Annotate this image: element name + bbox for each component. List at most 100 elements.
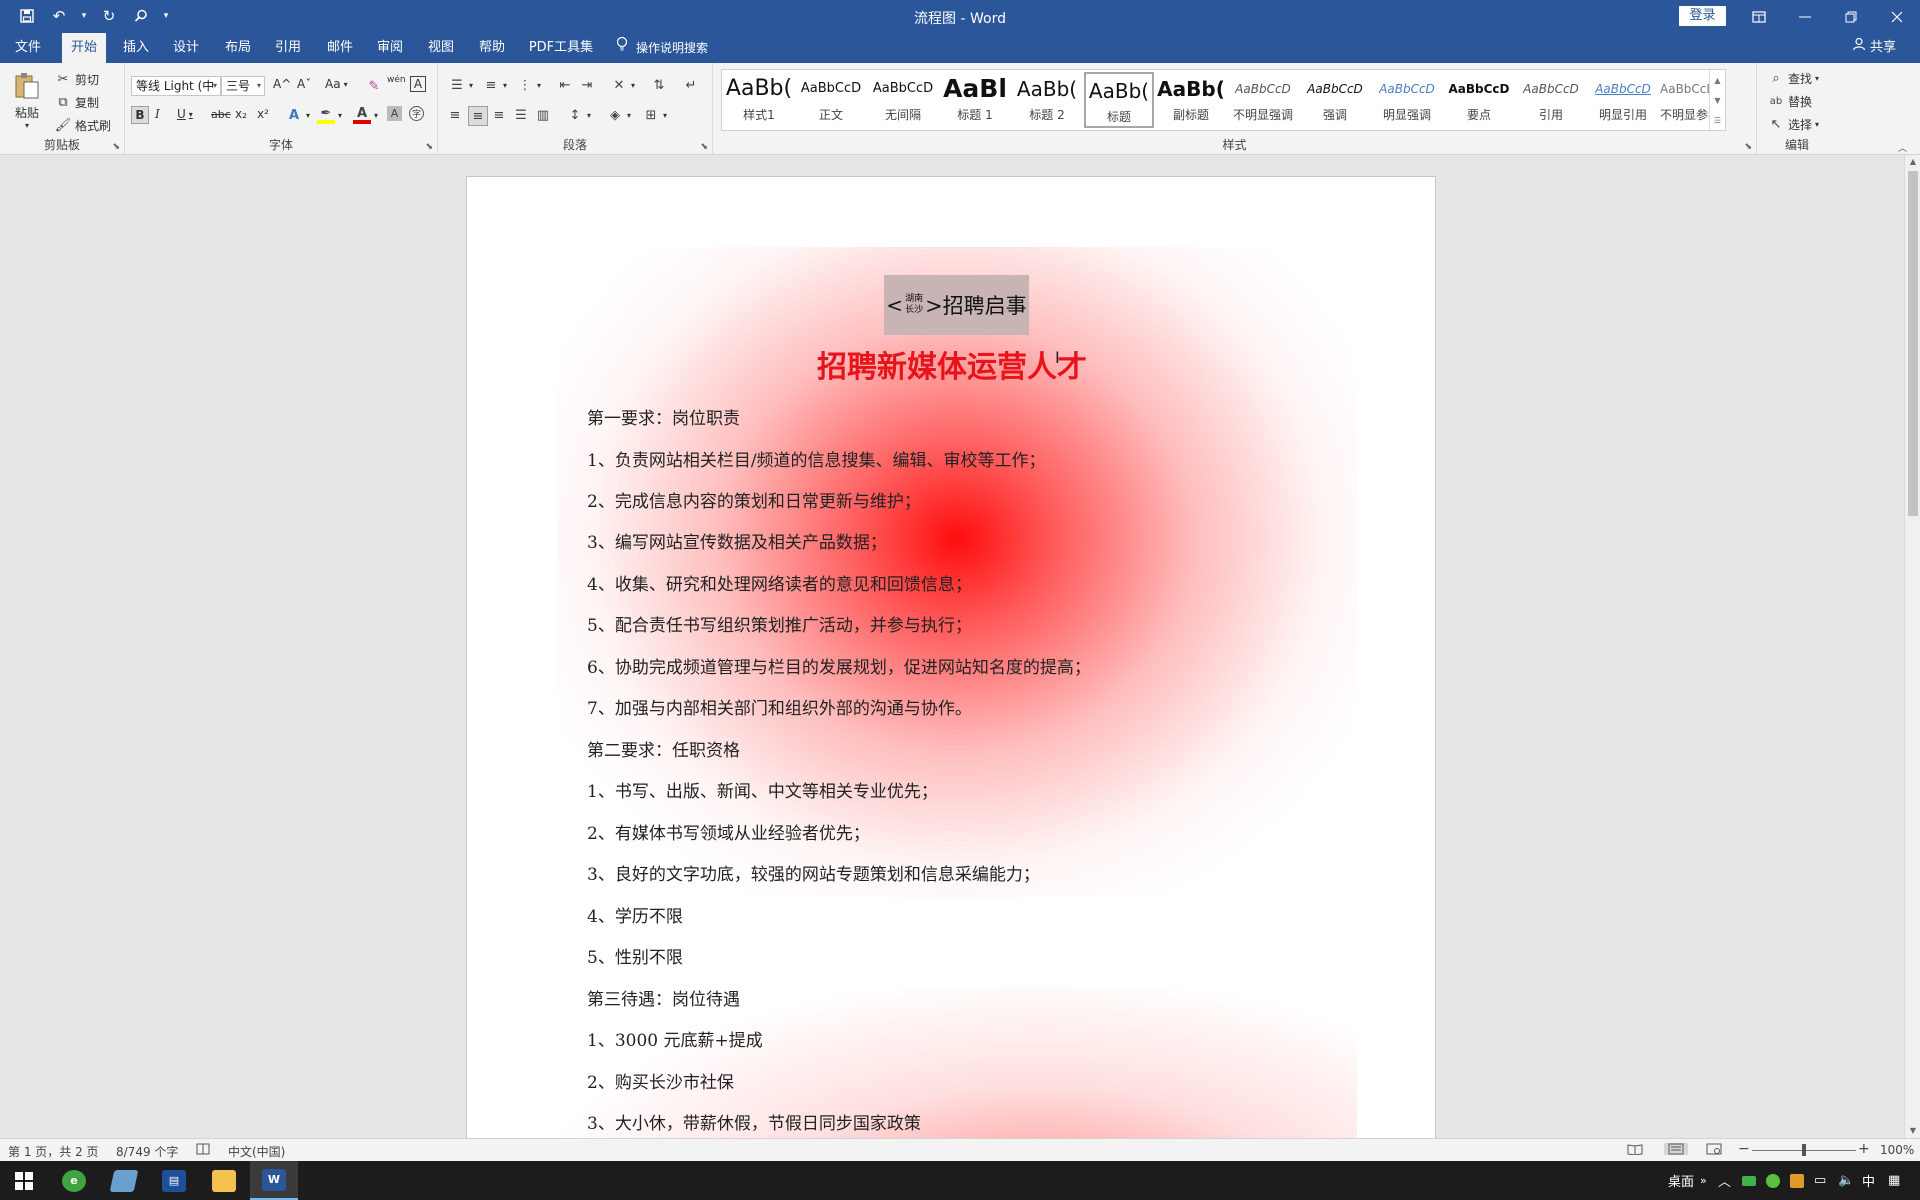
ime-indicator[interactable]: 中 bbox=[1862, 1161, 1875, 1200]
shrink-font-button[interactable]: Aˇ bbox=[297, 77, 311, 91]
ime-mode-icon[interactable]: ▦ bbox=[1888, 1161, 1900, 1200]
paragraph[interactable]: 第二要求：任职资格 bbox=[587, 736, 740, 761]
paragraph[interactable]: 第一要求：岗位职责 bbox=[587, 404, 740, 429]
style-item-selected[interactable]: AaBb( 标题 bbox=[1084, 72, 1154, 128]
italic-button[interactable]: I bbox=[155, 107, 160, 121]
document-page[interactable]: < 湖南 长沙 >招聘启事 招聘新媒体运营人才 第一要求：岗位职责 1、负责网站… bbox=[466, 176, 1436, 1138]
proofing-icon[interactable] bbox=[196, 1143, 210, 1155]
paragraph[interactable]: 4、学历不限 bbox=[587, 902, 683, 927]
paragraph[interactable]: 3、良好的文字功底，较强的网站专题策划和信息采编能力； bbox=[587, 860, 1040, 885]
zoom-out-icon[interactable]: − bbox=[1738, 1141, 1750, 1157]
word-app-icon[interactable]: W bbox=[250, 1161, 298, 1200]
character-border-button[interactable]: A bbox=[410, 76, 426, 92]
line-spacing-button[interactable]: ↕ ▾ bbox=[566, 106, 591, 124]
character-shading-button[interactable]: A bbox=[387, 106, 402, 121]
highlight-button[interactable]: ✒ ▾ bbox=[317, 106, 342, 124]
browser-app-icon[interactable]: e bbox=[50, 1161, 98, 1200]
zoom-slider-thumb[interactable] bbox=[1802, 1144, 1806, 1156]
paste-button[interactable]: 粘贴 ▾ bbox=[12, 71, 42, 130]
tray-expand-icon[interactable]: ︿ bbox=[1718, 1161, 1731, 1200]
style-item[interactable]: AaBbCcD 正文 bbox=[796, 72, 866, 128]
windows-start-icon[interactable] bbox=[0, 1161, 48, 1200]
style-item[interactable]: AaBbCcD 明显引用 bbox=[1588, 72, 1658, 128]
style-item[interactable]: AaBb( 标题 2 bbox=[1012, 72, 1082, 128]
document-header-label[interactable]: < 湖南 长沙 >招聘启事 bbox=[884, 275, 1029, 335]
tab-design[interactable]: 设计 bbox=[166, 33, 206, 63]
enclose-characters-button[interactable]: 字 bbox=[409, 106, 424, 121]
tray-app-green-icon[interactable] bbox=[1742, 1161, 1756, 1200]
chevron-up-icon[interactable]: ▲ bbox=[1714, 76, 1720, 85]
subscript-button[interactable]: x₂ bbox=[235, 107, 247, 121]
numbering-button[interactable]: ≡ ▾ bbox=[482, 76, 507, 94]
style-item[interactable]: AaBl 标题 1 bbox=[940, 72, 1010, 128]
align-center-button[interactable]: ≡ bbox=[468, 106, 488, 126]
clear-formatting-button[interactable]: ✎ bbox=[365, 77, 383, 95]
paragraph[interactable]: 第三待遇：岗位待遇 bbox=[587, 985, 740, 1010]
tab-mailings[interactable]: 邮件 bbox=[320, 33, 360, 63]
style-item[interactable]: AaBbCcD 不明显强调 bbox=[1228, 72, 1298, 128]
toolbar-overflow-icon[interactable]: » bbox=[1700, 1161, 1707, 1200]
style-item[interactable]: AaBb( 样式1 bbox=[724, 72, 794, 128]
decrease-indent-button[interactable]: ⇤ bbox=[556, 76, 574, 94]
style-item[interactable]: AaBbCcD 不明显参考 bbox=[1660, 72, 1710, 128]
style-item[interactable]: AaBbCcD 无间隔 bbox=[868, 72, 938, 128]
paragraph[interactable]: 2、有媒体书写领域从业经验者优先； bbox=[587, 819, 870, 844]
multilevel-list-button[interactable]: ⋮ ▾ bbox=[516, 76, 542, 94]
select-button[interactable]: ↖ 选择 ▾ bbox=[1767, 115, 1819, 133]
tab-help[interactable]: 帮助 bbox=[472, 33, 512, 63]
tab-references[interactable]: 引用 bbox=[268, 33, 308, 63]
share-button[interactable]: 共享 bbox=[1852, 33, 1896, 63]
file-explorer-icon[interactable] bbox=[200, 1161, 248, 1200]
style-item[interactable]: AaBb( 副标题 bbox=[1156, 72, 1226, 128]
paragraph[interactable]: 5、配合责任书写组织策划推广活动，并参与执行； bbox=[587, 611, 972, 636]
close-icon[interactable] bbox=[1874, 0, 1920, 33]
zoom-in-icon[interactable]: + bbox=[1858, 1141, 1870, 1157]
font-size-select[interactable]: 三号 ▾ bbox=[221, 76, 265, 96]
cut-button[interactable]: ✂ 剪切 bbox=[54, 70, 99, 88]
speaker-icon[interactable]: 🔈 bbox=[1838, 1161, 1854, 1200]
web-layout-icon[interactable] bbox=[1706, 1143, 1722, 1155]
text-effects-button[interactable]: A ▾ bbox=[285, 106, 310, 124]
network-icon[interactable]: ▭ bbox=[1814, 1161, 1826, 1200]
print-layout-icon[interactable] bbox=[1664, 1143, 1688, 1155]
tray-app-circle-icon[interactable] bbox=[1766, 1161, 1780, 1200]
style-item[interactable]: AaBbCcD 要点 bbox=[1444, 72, 1514, 128]
underline-button[interactable]: U ▾ bbox=[177, 107, 193, 121]
tell-me-search[interactable]: 操作说明搜索 bbox=[616, 33, 708, 63]
change-case-button[interactable]: Aa ▾ bbox=[325, 77, 348, 91]
styles-launcher-icon[interactable]: ⬊ bbox=[1744, 142, 1752, 152]
borders-button[interactable]: ⊞ ▾ bbox=[642, 106, 667, 124]
media-app-icon[interactable]: ▤ bbox=[150, 1161, 198, 1200]
word-count[interactable]: 8/749 个字 bbox=[116, 1143, 178, 1160]
shading-button[interactable]: ◈ ▾ bbox=[606, 106, 631, 124]
paste-dropdown-icon[interactable]: ▾ bbox=[25, 121, 29, 130]
tab-file[interactable]: 文件 bbox=[8, 33, 48, 63]
paragraph-launcher-icon[interactable]: ⬊ bbox=[700, 142, 708, 152]
paragraph[interactable]: 6、协助完成频道管理与栏目的发展规划，促进网站知名度的提高； bbox=[587, 653, 1091, 678]
chevron-down-icon[interactable]: ▼ bbox=[1714, 96, 1720, 105]
font-launcher-icon[interactable]: ⬊ bbox=[425, 142, 433, 152]
minimize-icon[interactable] bbox=[1782, 0, 1828, 33]
vertical-scrollbar[interactable]: ▲ ▼ bbox=[1904, 155, 1920, 1138]
gallery-scroll[interactable]: ▲ ▼ ☰ bbox=[1709, 70, 1725, 130]
font-color-button[interactable]: A ▾ bbox=[353, 106, 378, 124]
align-left-button[interactable]: ≡ bbox=[446, 106, 464, 124]
style-item[interactable]: AaBbCcD 强调 bbox=[1300, 72, 1370, 128]
scroll-up-icon[interactable]: ▲ bbox=[1905, 155, 1920, 169]
distributed-button[interactable]: ▥ bbox=[534, 106, 552, 124]
paragraph[interactable]: 3、大小休，带薪休假，节假日同步国家政策 bbox=[587, 1109, 921, 1134]
document-heading[interactable]: 招聘新媒体运营人才 bbox=[467, 342, 1435, 386]
tray-app-orange-icon[interactable] bbox=[1790, 1161, 1804, 1200]
bullets-button[interactable]: ☰ ▾ bbox=[448, 76, 473, 94]
gallery-more-icon[interactable]: ☰ bbox=[1714, 116, 1721, 125]
align-right-button[interactable]: ≡ bbox=[490, 106, 508, 124]
justify-button[interactable]: ☰ bbox=[512, 106, 530, 124]
superscript-button[interactable]: x² bbox=[257, 107, 269, 121]
paragraph[interactable]: 5、性别不限 bbox=[587, 943, 683, 968]
paragraph[interactable]: 3、编写网站宣传数据及相关产品数据； bbox=[587, 528, 887, 553]
increase-indent-button[interactable]: ⇥ bbox=[578, 76, 596, 94]
collapse-ribbon-icon[interactable]: ︿ bbox=[1898, 141, 1907, 154]
login-button[interactable]: 登录 bbox=[1679, 6, 1726, 26]
paragraph[interactable]: 1、3000 元底薪+提成 bbox=[587, 1026, 763, 1051]
restore-icon[interactable] bbox=[1828, 0, 1874, 33]
